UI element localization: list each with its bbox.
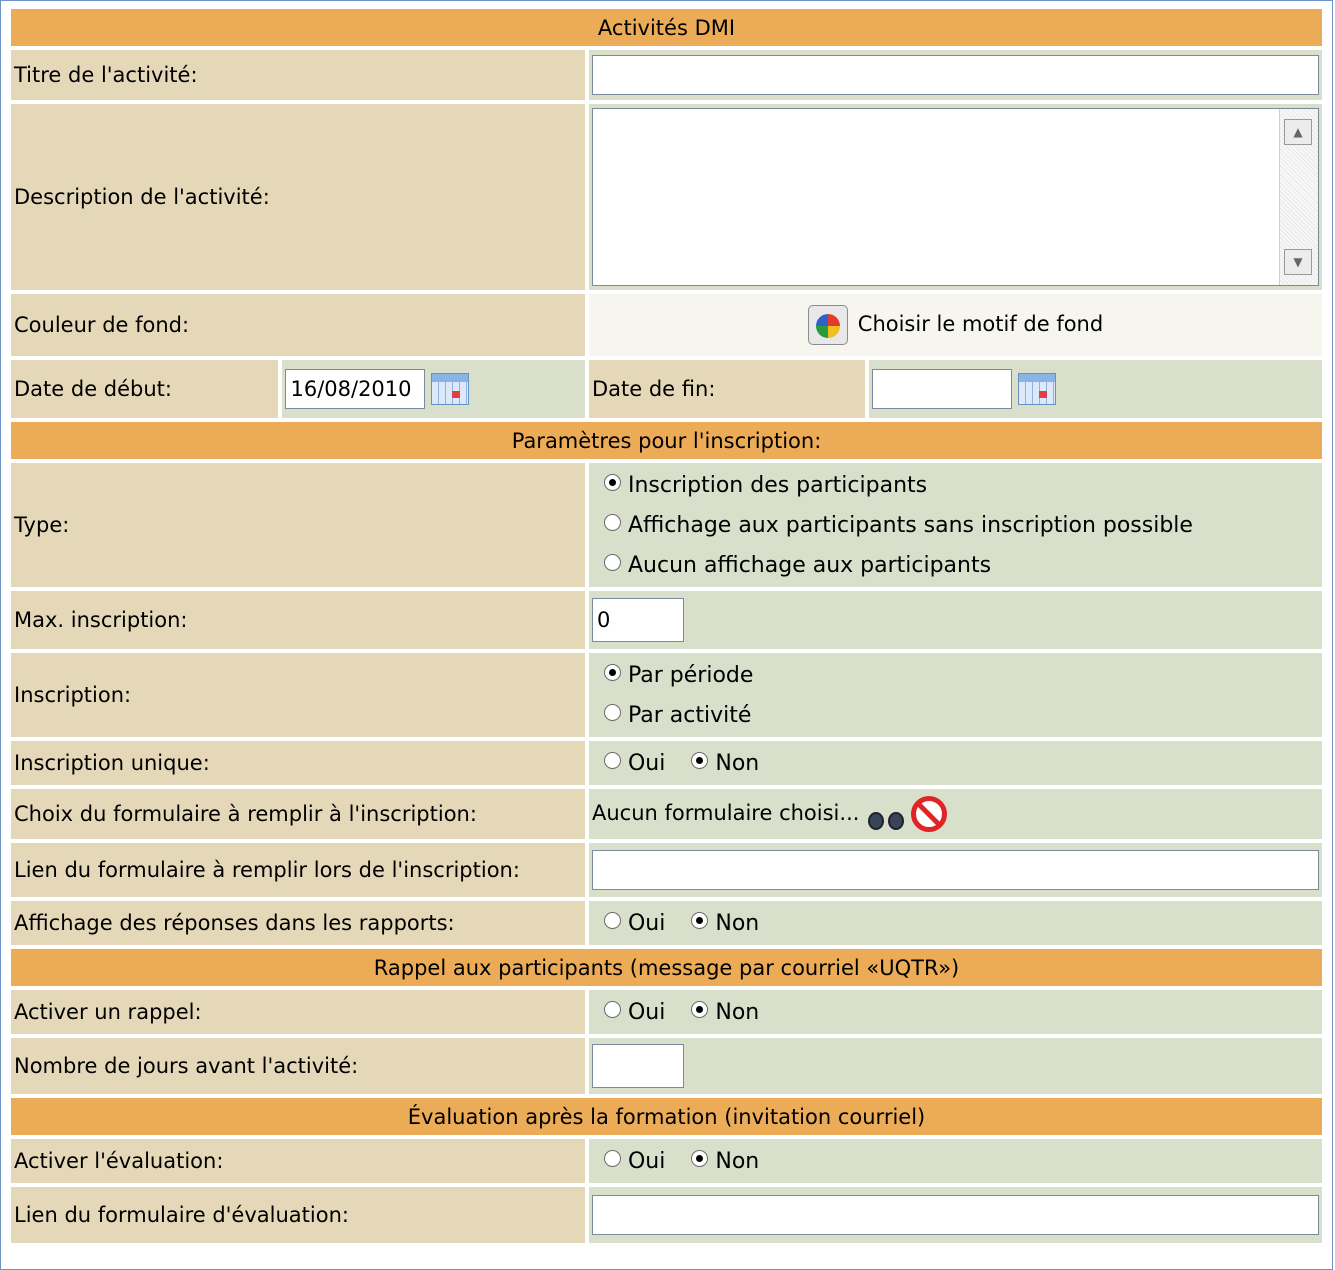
section-header-registration: Paramètres pour l'inscription: (11, 422, 1322, 459)
binoculars-icon[interactable] (867, 796, 905, 832)
no-entry-icon[interactable] (911, 796, 948, 832)
unique-yes-label[interactable]: Oui (628, 751, 665, 776)
type-option-label[interactable]: Aucun affichage aux participants (628, 553, 991, 578)
end-date-input[interactable] (872, 369, 1012, 409)
type-option[interactable]: Inscription des participants (592, 465, 1319, 505)
evaluation-no-radio[interactable] (691, 1149, 709, 1167)
unique-yes-radio[interactable] (603, 751, 621, 769)
answers-yes-radio[interactable] (603, 911, 621, 929)
type-label: Type: (11, 463, 585, 587)
palette-icon[interactable] (807, 305, 848, 345)
mode-radio-period[interactable] (603, 663, 621, 681)
title-input[interactable] (591, 55, 1319, 95)
unique-registration-label: Inscription unique: (11, 741, 585, 785)
form-link-input[interactable] (591, 850, 1319, 890)
section-header-reminder: Rappel aux participants (message par cou… (11, 949, 1322, 986)
reminder-no-radio[interactable] (691, 1000, 709, 1018)
scroll-down-arrow-icon[interactable]: ▼ (1283, 249, 1312, 275)
evaluation-link-label: Lien du formulaire d'évaluation: (11, 1187, 585, 1243)
activate-reminder-label: Activer un rappel: (11, 990, 585, 1034)
calendar-icon[interactable] (431, 373, 470, 405)
evaluation-link-input[interactable] (591, 1195, 1319, 1235)
max-registration-label: Max. inscription: (11, 591, 585, 649)
answers-yes-label[interactable]: Oui (628, 911, 665, 936)
show-answers-label: Affichage des réponses dans les rapports… (11, 901, 585, 945)
background-pattern-button[interactable]: Choisir le motif de fond (807, 305, 1103, 345)
answers-no-label[interactable]: Non (715, 911, 759, 936)
description-label: Description de l'activité: (11, 104, 585, 290)
reminder-yes-radio[interactable] (603, 1000, 621, 1018)
end-date-label: Date de fin: (588, 360, 865, 418)
reminder-yes-label[interactable]: Oui (628, 1000, 665, 1025)
evaluation-yes-label[interactable]: Oui (628, 1149, 665, 1174)
section-header-evaluation: Évaluation après la formation (invitatio… (11, 1098, 1322, 1135)
section-header-activity: Activités DMI (11, 9, 1322, 46)
unique-no-radio[interactable] (691, 751, 709, 769)
mode-radio-activity[interactable] (603, 703, 621, 721)
registration-mode-label: Inscription: (11, 653, 585, 737)
max-registration-input[interactable] (591, 598, 684, 642)
evaluation-no-label[interactable]: Non (715, 1149, 759, 1174)
reminder-days-label: Nombre de jours avant l'activité: (11, 1038, 585, 1094)
mode-option[interactable]: Par période (592, 655, 1319, 695)
evaluation-yes-radio[interactable] (603, 1149, 621, 1167)
activate-evaluation-label: Activer l'évaluation: (11, 1139, 585, 1183)
title-label: Titre de l'activité: (11, 50, 585, 100)
form-choice-label: Choix du formulaire à remplir à l'inscri… (11, 789, 585, 839)
form-frame: Activités DMI Titre de l'activité: Descr… (0, 0, 1333, 1270)
mode-option[interactable]: Par activité (592, 695, 1319, 735)
reminder-days-input[interactable] (591, 1044, 684, 1088)
form-link-label: Lien du formulaire à remplir lors de l'i… (11, 843, 585, 897)
type-radio-participants[interactable] (603, 473, 621, 491)
activity-form-table: Activités DMI Titre de l'activité: Descr… (7, 5, 1326, 1247)
type-radio-no-display[interactable] (603, 553, 621, 571)
unique-no-label[interactable]: Non (715, 751, 759, 776)
start-date-input[interactable] (285, 369, 426, 409)
type-radio-display-only[interactable] (603, 513, 621, 531)
type-option[interactable]: Affichage aux participants sans inscript… (592, 505, 1319, 545)
type-option-label[interactable]: Inscription des participants (628, 473, 927, 498)
background-label: Couleur de fond: (11, 294, 585, 356)
mode-option-label[interactable]: Par période (628, 663, 753, 688)
type-option[interactable]: Aucun affichage aux participants (592, 545, 1319, 585)
reminder-no-label[interactable]: Non (715, 1000, 759, 1025)
type-option-label[interactable]: Affichage aux participants sans inscript… (628, 513, 1193, 538)
form-choice-value: Aucun formulaire choisi... (591, 801, 860, 825)
answers-no-radio[interactable] (691, 911, 709, 929)
start-date-label: Date de début: (11, 360, 279, 418)
mode-option-label[interactable]: Par activité (628, 703, 751, 728)
calendar-icon[interactable] (1018, 373, 1056, 405)
description-scrollbar[interactable]: ▲ ▼ (1278, 109, 1318, 285)
scroll-up-arrow-icon[interactable]: ▲ (1283, 119, 1312, 145)
background-pattern-label[interactable]: Choisir le motif de fond (858, 312, 1103, 336)
description-textarea[interactable]: ▲ ▼ (591, 108, 1319, 286)
